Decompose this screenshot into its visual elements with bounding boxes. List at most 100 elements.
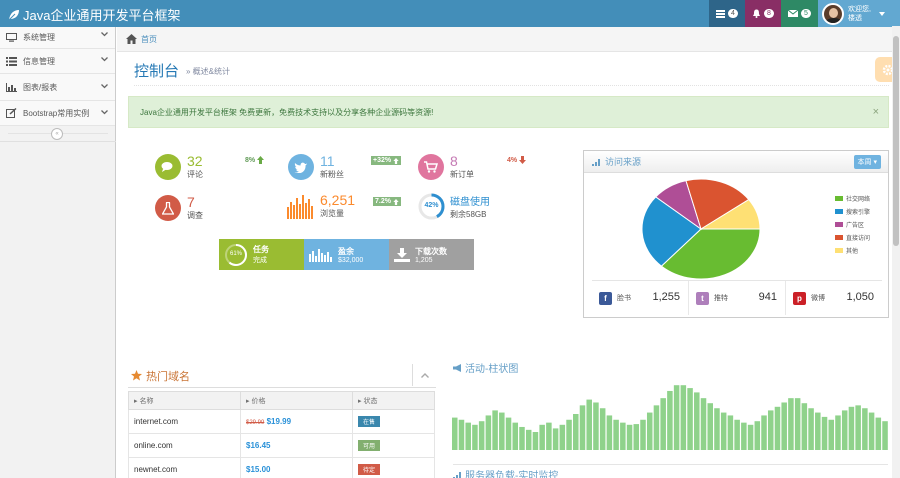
tile-title: 任务 — [253, 245, 269, 254]
bell-icon — [753, 9, 761, 18]
chevron-up-icon — [420, 372, 429, 378]
activity-bar — [727, 415, 734, 450]
user-welcome: 欢迎您, — [848, 5, 871, 13]
table-row: online.com $16.45 可用 — [128, 433, 435, 458]
activity-bar — [794, 398, 801, 450]
domain-status: 待定 — [352, 457, 435, 478]
activity-bar — [747, 424, 754, 450]
activity-bar — [552, 428, 559, 450]
social-twitter: t 推特 941 — [689, 281, 786, 315]
breadcrumb: 首页 — [117, 27, 900, 52]
domain-status: 在售 — [352, 409, 435, 434]
arrow-up-icon — [393, 157, 399, 164]
breadcrumb-home-link[interactable]: 首页 — [141, 34, 157, 45]
legend-item: 搜索引擎 — [835, 205, 870, 218]
tasks-button[interactable]: 4 — [709, 0, 745, 27]
user-menu[interactable]: 欢迎您, 楼透 — [818, 0, 900, 27]
stat-change: 4% — [507, 156, 527, 164]
messages-button[interactable]: 5 — [781, 0, 818, 27]
collapse-button[interactable] — [412, 364, 436, 386]
activity-bar — [673, 385, 680, 450]
page-header: 控制台 » 概述&统计 — [134, 60, 889, 86]
activity-bar — [559, 424, 566, 450]
signal-icon — [592, 158, 600, 166]
activity-bar — [512, 422, 519, 450]
stat-value: 7 — [187, 194, 195, 210]
activity-bar — [633, 424, 640, 450]
page-scrollbar[interactable] — [892, 26, 900, 478]
activity-bar — [741, 422, 747, 450]
brand[interactable]: Java企业通用开发平台框架 — [8, 5, 180, 24]
tile-tasks[interactable]: 61% 任务 完成 — [219, 239, 304, 270]
comments-icon — [155, 154, 181, 180]
table-row: internet.com $29.99 $19.99 在售 — [128, 409, 435, 434]
activity-bar — [626, 424, 633, 450]
stat-change: +32% — [371, 156, 402, 165]
stat-value: 磁盘使用 — [450, 197, 490, 208]
tile-surplus[interactable]: 盈余 $32,000 — [304, 239, 389, 270]
sidebar-item-info[interactable]: 信息管理 — [0, 49, 115, 74]
stat-disk-usage: 42% 磁盘使用 剩余58GB — [418, 193, 490, 220]
stat-label: 浏览量 — [320, 209, 344, 218]
activity-bar — [546, 422, 552, 450]
social-label: 微博 — [811, 295, 825, 302]
column-header[interactable]: ▸ 价格 — [240, 391, 353, 410]
activity-bar — [687, 388, 693, 450]
stat-value: 8 — [450, 153, 458, 169]
tile-sub: $32,000 — [338, 256, 364, 264]
notifications-badge: 8 — [764, 9, 774, 18]
close-icon[interactable]: × — [873, 106, 879, 118]
stat-label: 新订单 — [450, 170, 474, 179]
domain-price: $29.99 $19.99 — [240, 409, 353, 434]
pie-legend: 社交网络 搜索引擎 广告区 直接访问 其他 — [835, 192, 870, 257]
domain-status: 可用 — [352, 433, 435, 458]
signal-icon — [453, 471, 461, 478]
column-header[interactable]: ▸ 名称 — [128, 391, 241, 410]
popular-domains-widget: 热门域名 ▸ 名称 ▸ 价格 ▸ 状态 internet.com $29.99 … — [128, 364, 436, 478]
activity-bar — [579, 405, 586, 450]
activity-bar-chart — [452, 385, 888, 450]
cart-icon — [418, 154, 444, 180]
social-value: 1,050 — [846, 291, 874, 303]
legend-item: 其他 — [835, 244, 870, 257]
page-title: 控制台 — [134, 63, 180, 80]
double-chevron-left-icon: « — [51, 128, 63, 140]
column-header[interactable]: ▸ 状态 — [352, 391, 435, 410]
notifications-button[interactable]: 8 — [745, 0, 781, 27]
activity-bar — [835, 415, 841, 450]
tile-downloads[interactable]: 下载次数 1,205 — [389, 239, 474, 270]
bar-chart-icon — [6, 82, 17, 92]
scrollbar-thumb[interactable] — [893, 36, 899, 246]
tile-title: 下载次数 — [415, 246, 447, 256]
arrow-up-icon — [257, 156, 265, 164]
activity-bar — [492, 410, 498, 450]
stat-orders: 8 新订单 — [418, 154, 474, 180]
activity-bar — [882, 421, 888, 450]
facebook-icon: f — [599, 291, 612, 305]
activity-bar — [848, 406, 855, 450]
activity-bar — [720, 412, 727, 450]
stat-surveys: 7 调查 — [155, 195, 203, 221]
activity-bar — [862, 408, 868, 450]
activity-bar — [700, 398, 707, 450]
sidebar-item-bootstrap[interactable]: Bootstrap常用实例 — [0, 101, 115, 126]
chevron-down-icon — [101, 84, 108, 89]
stat-value: 11 — [320, 153, 335, 169]
sidebar-item-system[interactable]: 系统管理 — [0, 27, 115, 49]
activity-bar — [680, 385, 687, 450]
stat-label: 评论 — [187, 170, 203, 179]
tile-sub: 1,205 — [415, 256, 433, 264]
period-dropdown[interactable]: 本周 ▾ — [853, 155, 881, 169]
stat-followers: 11 新粉丝 — [288, 154, 344, 180]
arrow-up-icon — [393, 198, 399, 205]
activity-bar — [855, 405, 861, 450]
sidebar-collapse-toggle[interactable]: « — [0, 126, 116, 142]
activity-bar — [788, 398, 794, 450]
sidebar-item-charts[interactable]: 图表/报表 — [0, 74, 115, 101]
activity-bar — [754, 421, 761, 450]
chevron-down-icon — [101, 110, 108, 115]
disk-percent: 42% — [424, 202, 439, 209]
edit-icon — [6, 108, 17, 118]
domains-table: ▸ 名称 ▸ 价格 ▸ 状态 internet.com $29.99 $19.9… — [128, 391, 435, 478]
widget-header: 访问来源 本周 ▾ — [584, 151, 888, 173]
